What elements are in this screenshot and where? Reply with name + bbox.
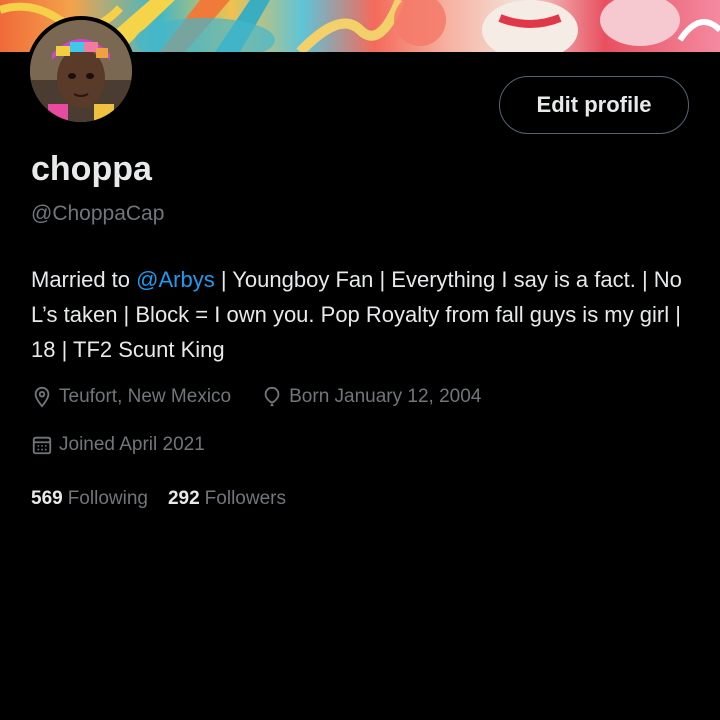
calendar-icon — [32, 436, 52, 455]
joined-row: Joined April 2021 — [31, 434, 205, 456]
joined-item: Joined April 2021 — [31, 434, 205, 456]
balloon-icon — [264, 386, 280, 407]
following-label: Following — [67, 488, 148, 509]
user-handle: @ChoppaCap — [31, 202, 165, 225]
display-name: choppa — [31, 150, 152, 188]
following-count: 569 — [31, 488, 63, 509]
birthday-text: Born January 12, 2004 — [289, 386, 482, 407]
location-text: Teufort, New Mexico — [59, 386, 232, 407]
followers-label: Followers — [204, 488, 286, 509]
bio-mention-link[interactable]: @Arbys — [136, 267, 215, 292]
follow-stats: 569 Following 292 Followers — [31, 488, 306, 510]
location-pin-icon — [34, 386, 50, 408]
avatar-image — [30, 20, 132, 122]
edit-profile-button[interactable]: Edit profile — [499, 76, 689, 134]
bio-text-prefix: Married to — [31, 267, 137, 292]
joined-text: Joined April 2021 — [59, 434, 205, 455]
profile-bio: Married to @Arbys | Youngboy Fan | Every… — [31, 262, 691, 367]
birthday-item: Born January 12, 2004 — [261, 386, 481, 408]
location-item: Teufort, New Mexico — [31, 386, 231, 408]
followers-count: 292 — [167, 488, 200, 509]
profile-meta-row: Teufort, New Mexico Born January 12, 200… — [31, 386, 481, 408]
avatar[interactable] — [26, 16, 136, 126]
followers-link[interactable]: 292 Followers — [168, 488, 286, 510]
following-link[interactable]: 569 Following — [31, 488, 148, 510]
